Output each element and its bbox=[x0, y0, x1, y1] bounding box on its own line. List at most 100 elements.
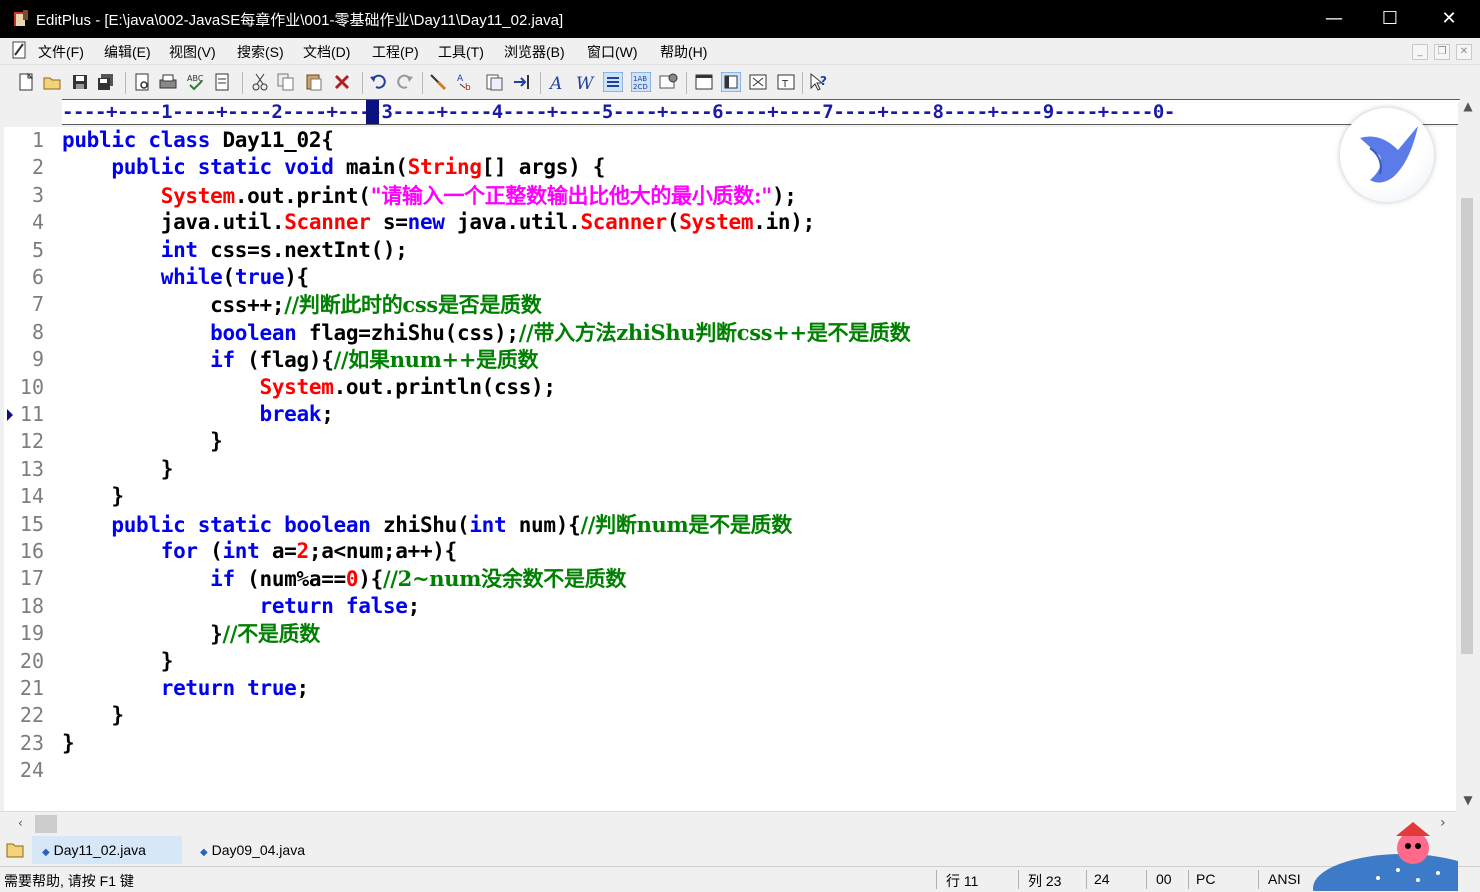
save-icon[interactable] bbox=[70, 72, 90, 92]
font-icon[interactable]: A bbox=[548, 72, 568, 92]
code-token-kw: int bbox=[222, 539, 260, 563]
code-line[interactable]: break; bbox=[62, 401, 334, 428]
code-line[interactable]: System.out.println(css); bbox=[62, 374, 557, 401]
code-line[interactable]: } bbox=[62, 730, 75, 757]
code-line[interactable]: java.util.Scanner s=new java.util.Scanne… bbox=[62, 209, 816, 236]
horizontal-scroll-thumb[interactable] bbox=[35, 815, 57, 833]
word-wrap-icon[interactable]: W bbox=[575, 72, 595, 92]
code-line[interactable]: public static boolean zhiShu(int num){//… bbox=[62, 511, 792, 539]
svg-text:W: W bbox=[576, 74, 595, 92]
line-numbers-icon[interactable] bbox=[603, 72, 623, 92]
print-preview-icon[interactable] bbox=[132, 72, 152, 92]
code-token-num: 0 bbox=[345, 567, 359, 592]
svg-text:A: A bbox=[457, 74, 464, 84]
spell-check-icon[interactable]: ABC bbox=[186, 72, 206, 92]
minimize-button[interactable]: — bbox=[1306, 0, 1362, 38]
bird-logo-icon[interactable] bbox=[1340, 108, 1434, 202]
menu-view[interactable]: 视图(V) bbox=[169, 42, 216, 62]
code-line[interactable]: return false; bbox=[62, 593, 421, 620]
code-line[interactable]: } bbox=[62, 456, 174, 483]
clipboard-icon[interactable] bbox=[484, 72, 504, 92]
menu-file[interactable]: 文件(F) bbox=[38, 42, 84, 62]
scroll-up-icon[interactable]: ▲ bbox=[1462, 100, 1474, 112]
vertical-scrollbar[interactable]: ▲ ▼ bbox=[1458, 100, 1478, 812]
code-token: java.util. bbox=[62, 210, 285, 235]
code-line[interactable]: if (flag){//如果num++是质数 bbox=[62, 346, 538, 374]
code-line[interactable]: public static void main(String[] args) { bbox=[62, 154, 605, 181]
code-line[interactable]: boolean flag=zhiShu(css);//带入方法zhiShu判断c… bbox=[62, 319, 911, 347]
tab-day09-04[interactable]: ◆ Day09_04.java bbox=[190, 836, 332, 864]
code-line[interactable]: } bbox=[62, 483, 124, 510]
undo-icon[interactable] bbox=[368, 72, 388, 92]
menu-edit[interactable]: 编辑(E) bbox=[104, 42, 151, 62]
mdi-minimize-icon[interactable]: _ bbox=[1412, 44, 1428, 60]
code-line[interactable]: System.out.print("请输入一个正整数输出比他大的最小质数:"); bbox=[62, 182, 797, 210]
help-icon[interactable]: ? bbox=[809, 72, 829, 92]
mdi-close-icon[interactable]: ✕ bbox=[1456, 44, 1472, 60]
menu-bar: 文件(F) 编辑(E) 视图(V) 搜索(S) 文档(D) 工程(P) 工具(T… bbox=[0, 38, 1480, 65]
open-icon[interactable] bbox=[42, 72, 62, 92]
menu-search[interactable]: 搜索(S) bbox=[237, 42, 284, 62]
panel-icon[interactable] bbox=[694, 72, 714, 92]
line-number: 20 bbox=[19, 648, 44, 673]
code-token-kw: public static boolean bbox=[111, 512, 383, 537]
indent-icon[interactable] bbox=[512, 72, 532, 92]
save-all-icon[interactable] bbox=[96, 72, 116, 92]
line-number: 19 bbox=[19, 621, 44, 646]
new-file-icon[interactable] bbox=[16, 72, 36, 92]
folder-icon[interactable] bbox=[6, 842, 24, 858]
maximize-button[interactable]: ☐ bbox=[1362, 0, 1418, 38]
copy-icon[interactable] bbox=[276, 72, 296, 92]
find-icon[interactable] bbox=[428, 72, 448, 92]
code-line[interactable]: }//不是质数 bbox=[62, 620, 320, 648]
print-icon[interactable] bbox=[158, 72, 178, 92]
svg-text:A: A bbox=[548, 74, 562, 92]
delete-icon[interactable] bbox=[332, 72, 352, 92]
scroll-down-icon[interactable]: ▼ bbox=[1462, 794, 1474, 806]
ruler-icon[interactable]: 1AB2CD bbox=[631, 72, 651, 92]
menu-project[interactable]: 工程(P) bbox=[372, 42, 419, 62]
code-line[interactable]: while(true){ bbox=[62, 264, 309, 291]
code-line[interactable]: css++;//判断此时的css是否是质数 bbox=[62, 291, 542, 319]
editplus-app-icon[interactable] bbox=[13, 10, 29, 28]
window-icon[interactable] bbox=[721, 72, 741, 92]
code-line[interactable]: public class Day11_02{ bbox=[62, 127, 334, 154]
settings-icon[interactable] bbox=[658, 72, 678, 92]
code-token: } bbox=[62, 456, 174, 481]
code-line[interactable]: for (int a=2;a<num;a++){ bbox=[62, 538, 458, 565]
cut-icon[interactable] bbox=[250, 72, 270, 92]
browser-icon[interactable] bbox=[748, 72, 768, 92]
full-screen-icon[interactable]: T bbox=[776, 72, 796, 92]
document-menu-icon[interactable] bbox=[11, 41, 27, 59]
code-line[interactable]: int css=s.nextInt(); bbox=[62, 237, 408, 264]
menu-tools[interactable]: 工具(T) bbox=[438, 42, 484, 62]
vertical-scroll-thumb[interactable] bbox=[1461, 198, 1473, 654]
code-line[interactable]: } bbox=[62, 648, 174, 675]
code-token: Day11_02{ bbox=[222, 128, 334, 152]
code-line[interactable]: } bbox=[62, 702, 124, 729]
horizontal-scrollbar[interactable]: ‹ › bbox=[0, 811, 1456, 836]
tab-day11-02[interactable]: ◆ Day11_02.java bbox=[32, 836, 182, 864]
scroll-left-icon[interactable]: ‹ bbox=[18, 816, 23, 830]
redo-icon[interactable] bbox=[395, 72, 415, 92]
code-line[interactable]: } bbox=[62, 428, 223, 455]
mdi-restore-icon[interactable]: ❐ bbox=[1434, 44, 1450, 60]
replace-icon[interactable]: Ab bbox=[456, 72, 476, 92]
code-line[interactable]: if (num%a==0){//2~num没余数不是质数 bbox=[62, 565, 626, 593]
code-line[interactable]: return true; bbox=[62, 675, 309, 702]
menu-help[interactable]: 帮助(H) bbox=[660, 42, 707, 62]
close-button[interactable]: ✕ bbox=[1421, 0, 1477, 38]
menu-window[interactable]: 窗口(W) bbox=[587, 42, 638, 62]
ruler[interactable]: ----+----1----+----2----+----3----+----4… bbox=[62, 99, 1460, 125]
menu-browser[interactable]: 浏览器(B) bbox=[504, 42, 565, 62]
code-token: ;a<num;a++){ bbox=[308, 539, 457, 563]
document-icon[interactable] bbox=[212, 72, 232, 92]
line-number: 13 bbox=[19, 456, 44, 481]
menu-document[interactable]: 文档(D) bbox=[303, 42, 350, 62]
code-editor[interactable]: 1 2 3 4 5 6 7 8 9 10 11 12 13 14 15 16 17 18 19 20 21 22 23 24 … bbox=[4, 127, 1456, 811]
paste-icon[interactable] bbox=[304, 72, 324, 92]
code-token: (flag){ bbox=[234, 348, 334, 373]
ruler-scale: ----+----1----+----2----+----3----+----4… bbox=[62, 101, 1175, 123]
